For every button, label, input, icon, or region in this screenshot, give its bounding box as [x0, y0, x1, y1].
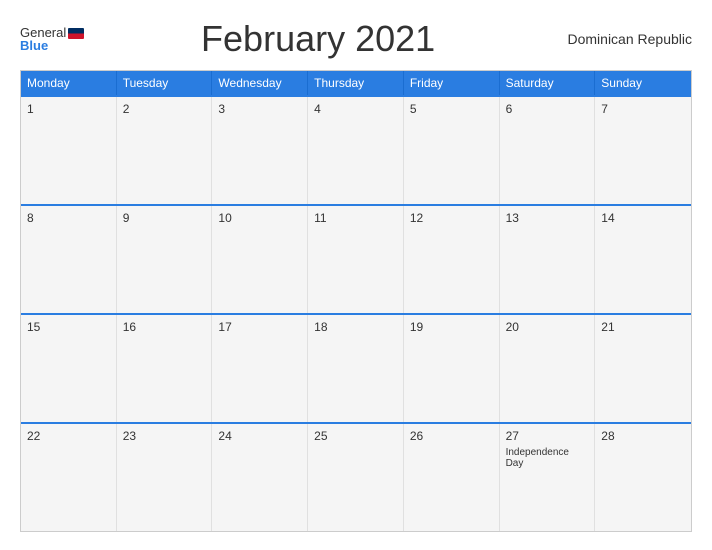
event-label: Independence Day [506, 447, 589, 469]
day-number-2: 2 [123, 102, 206, 116]
calendar-header: General Blue February 2021 Dominican Rep… [20, 18, 692, 60]
week-row-3: 15 16 17 18 19 20 21 [21, 313, 691, 422]
day-cell-9: 9 [117, 206, 213, 313]
day-cell-25: 25 [308, 424, 404, 531]
country-label: Dominican Republic [552, 31, 692, 47]
day-cell-12: 12 [404, 206, 500, 313]
day-cell-3: 3 [212, 97, 308, 204]
day-cell-26: 26 [404, 424, 500, 531]
day-number-17: 17 [218, 320, 301, 334]
day-number-16: 16 [123, 320, 206, 334]
day-cell-10: 10 [212, 206, 308, 313]
day-cell-2: 2 [117, 97, 213, 204]
calendar-grid: MondayTuesdayWednesdayThursdayFridaySatu… [20, 70, 692, 532]
day-number-23: 23 [123, 429, 206, 443]
day-cell-27: 27 Independence Day [500, 424, 596, 531]
day-number-14: 14 [601, 211, 685, 225]
day-number-21: 21 [601, 320, 685, 334]
day-cell-20: 20 [500, 315, 596, 422]
day-number-12: 12 [410, 211, 493, 225]
day-number-26: 26 [410, 429, 493, 443]
day-number-18: 18 [314, 320, 397, 334]
day-cell-16: 16 [117, 315, 213, 422]
month-title: February 2021 [84, 18, 552, 60]
day-number-10: 10 [218, 211, 301, 225]
day-number-7: 7 [601, 102, 685, 116]
day-cell-23: 23 [117, 424, 213, 531]
day-cell-28: 28 [595, 424, 691, 531]
day-number-15: 15 [27, 320, 110, 334]
day-header-wednesday: Wednesday [212, 71, 308, 95]
week-row-2: 89 10 11 12 13 14 [21, 204, 691, 313]
day-cell-7: 7 [595, 97, 691, 204]
day-header-tuesday: Tuesday [117, 71, 213, 95]
day-number-25: 25 [314, 429, 397, 443]
day-cell-11: 11 [308, 206, 404, 313]
logo-blue-text: Blue [20, 39, 84, 52]
day-number-20: 20 [506, 320, 589, 334]
day-header-saturday: Saturday [500, 71, 596, 95]
day-number-24: 24 [218, 429, 301, 443]
logo: General Blue [20, 26, 84, 52]
day-cell-22: 22 [21, 424, 117, 531]
day-number-4: 4 [314, 102, 397, 116]
day-header-thursday: Thursday [308, 71, 404, 95]
day-header-sunday: Sunday [595, 71, 691, 95]
calendar-wrapper: General Blue February 2021 Dominican Rep… [0, 0, 712, 550]
day-headers-row: MondayTuesdayWednesdayThursdayFridaySatu… [21, 71, 691, 95]
day-cell-13: 13 [500, 206, 596, 313]
week-row-4: 22 23 24 25 26 27 Independence Day 28 [21, 422, 691, 531]
day-cell-14: 14 [595, 206, 691, 313]
day-cell-24: 24 [212, 424, 308, 531]
logo-flag [68, 28, 84, 39]
day-number-13: 13 [506, 211, 589, 225]
day-number-9: 9 [123, 211, 206, 225]
week-row-1: 1234567 [21, 95, 691, 204]
day-number-8: 8 [27, 211, 110, 225]
day-number-5: 5 [410, 102, 493, 116]
day-cell-18: 18 [308, 315, 404, 422]
day-cell-19: 19 [404, 315, 500, 422]
day-number-28: 28 [601, 429, 685, 443]
day-header-monday: Monday [21, 71, 117, 95]
day-cell-1: 1 [21, 97, 117, 204]
day-cell-21: 21 [595, 315, 691, 422]
day-cell-17: 17 [212, 315, 308, 422]
day-number-19: 19 [410, 320, 493, 334]
day-number-27: 27 [506, 429, 589, 443]
weeks-container: 1234567891011121314151617181920212223242… [21, 95, 691, 531]
day-cell-4: 4 [308, 97, 404, 204]
day-number-11: 11 [314, 211, 397, 225]
day-cell-5: 5 [404, 97, 500, 204]
day-number-3: 3 [218, 102, 301, 116]
day-number-1: 1 [27, 102, 110, 116]
day-cell-6: 6 [500, 97, 596, 204]
day-cell-15: 15 [21, 315, 117, 422]
day-number-6: 6 [506, 102, 589, 116]
day-header-friday: Friday [404, 71, 500, 95]
day-cell-8: 8 [21, 206, 117, 313]
day-number-22: 22 [27, 429, 110, 443]
